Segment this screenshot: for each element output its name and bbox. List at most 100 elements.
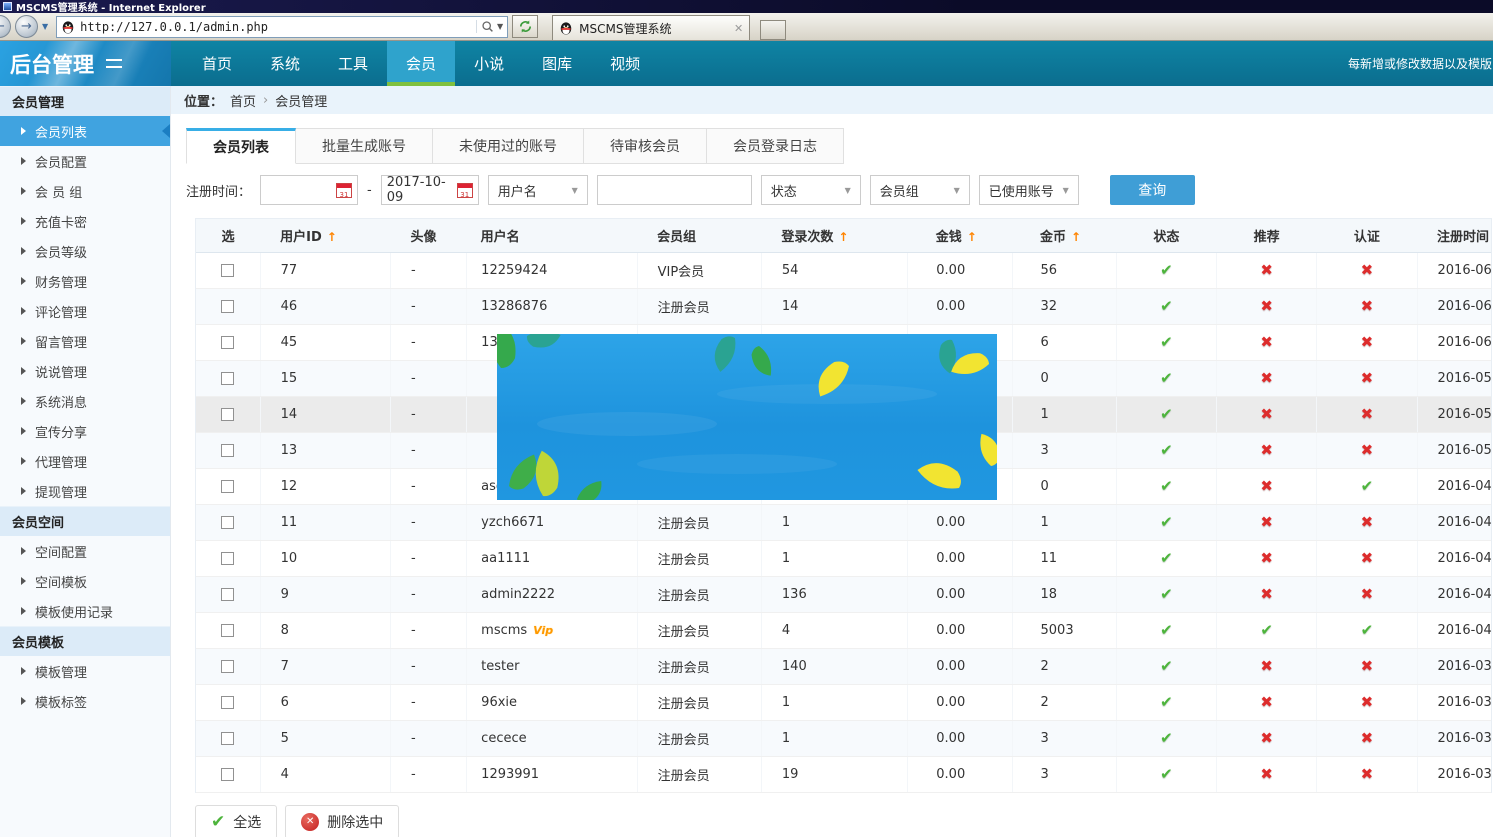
cell-recommend[interactable]: ✖ xyxy=(1217,576,1317,612)
sidebar-item[interactable]: 会员列表 xyxy=(0,116,170,146)
field-select[interactable]: 用户名 ▼ xyxy=(488,175,588,205)
calendar-icon[interactable]: 31 xyxy=(457,183,473,198)
cell-auth[interactable]: ✖ xyxy=(1317,756,1417,792)
cell-auth[interactable]: ✖ xyxy=(1317,324,1417,360)
row-checkbox[interactable] xyxy=(221,336,234,349)
cell-recommend[interactable]: ✔ xyxy=(1217,612,1317,648)
col-header[interactable]: 登录次数↑ xyxy=(761,219,907,252)
row-checkbox[interactable] xyxy=(221,516,234,529)
delete-selected-button[interactable]: ✕ 删除选中 xyxy=(285,805,399,837)
cell-status[interactable]: ✔ xyxy=(1116,288,1216,324)
col-header[interactable]: 用户ID↑ xyxy=(260,219,390,252)
row-checkbox[interactable] xyxy=(221,660,234,673)
row-checkbox[interactable] xyxy=(221,768,234,781)
cell-recommend[interactable]: ✖ xyxy=(1217,468,1317,504)
date-from-input[interactable]: 31 xyxy=(260,175,358,205)
nav-item-4[interactable]: 会员 xyxy=(387,41,455,86)
url-text[interactable]: http://127.0.0.1/admin.php xyxy=(80,20,471,34)
cell-recommend[interactable]: ✖ xyxy=(1217,504,1317,540)
cell-auth[interactable]: ✔ xyxy=(1317,468,1417,504)
nav-item-2[interactable]: 系统 xyxy=(251,41,319,86)
sidebar-item[interactable]: 模板管理 xyxy=(0,656,170,686)
row-checkbox[interactable] xyxy=(221,732,234,745)
breadcrumb-home[interactable]: 首页 xyxy=(230,91,256,110)
select-all-button[interactable]: ✔ 全选 xyxy=(195,805,277,837)
history-dropdown-icon[interactable]: ▼ xyxy=(42,22,48,31)
group-select[interactable]: 会员组 ▼ xyxy=(870,175,970,205)
row-checkbox[interactable] xyxy=(221,696,234,709)
cell-auth[interactable]: ✖ xyxy=(1317,720,1417,756)
row-checkbox[interactable] xyxy=(221,552,234,565)
sidebar-item[interactable]: 模板使用记录 xyxy=(0,596,170,626)
cell-recommend[interactable]: ✖ xyxy=(1217,324,1317,360)
cell-status[interactable]: ✔ xyxy=(1116,576,1216,612)
row-checkbox[interactable] xyxy=(221,264,234,277)
search-icon[interactable] xyxy=(481,20,494,33)
cell-auth[interactable]: ✖ xyxy=(1317,360,1417,396)
tab-2[interactable]: 批量生成账号 xyxy=(296,128,433,164)
sidebar-item[interactable]: 会员等级 xyxy=(0,236,170,266)
tab-close-icon[interactable]: ✕ xyxy=(734,22,743,35)
sort-asc-icon[interactable]: ↑ xyxy=(838,230,848,244)
cell-recommend[interactable]: ✖ xyxy=(1217,684,1317,720)
cell-status[interactable]: ✔ xyxy=(1116,540,1216,576)
cell-recommend[interactable]: ✖ xyxy=(1217,540,1317,576)
cell-status[interactable]: ✔ xyxy=(1116,432,1216,468)
cell-auth[interactable]: ✖ xyxy=(1317,252,1417,288)
forward-button[interactable]: → xyxy=(15,15,38,38)
cell-auth[interactable]: ✖ xyxy=(1317,576,1417,612)
cell-auth[interactable]: ✖ xyxy=(1317,288,1417,324)
row-checkbox[interactable] xyxy=(221,408,234,421)
cell-recommend[interactable]: ✖ xyxy=(1217,360,1317,396)
cell-status[interactable]: ✔ xyxy=(1116,756,1216,792)
sidebar-item[interactable]: 财务管理 xyxy=(0,266,170,296)
sidebar-item[interactable]: 空间模板 xyxy=(0,566,170,596)
sidebar-item[interactable]: 代理管理 xyxy=(0,446,170,476)
cell-status[interactable]: ✔ xyxy=(1116,468,1216,504)
cell-auth[interactable]: ✖ xyxy=(1317,396,1417,432)
cell-recommend[interactable]: ✖ xyxy=(1217,756,1317,792)
cell-status[interactable]: ✔ xyxy=(1116,648,1216,684)
account-select[interactable]: 已使用账号 ▼ xyxy=(979,175,1079,205)
tab-1[interactable]: 会员列表 xyxy=(186,128,296,164)
cell-auth[interactable]: ✖ xyxy=(1317,432,1417,468)
sidebar-item[interactable]: 会 员 组 xyxy=(0,176,170,206)
row-checkbox[interactable] xyxy=(221,372,234,385)
cell-auth[interactable]: ✖ xyxy=(1317,684,1417,720)
nav-item-7[interactable]: 视频 xyxy=(591,41,659,86)
sidebar-item[interactable]: 评论管理 xyxy=(0,296,170,326)
cell-status[interactable]: ✔ xyxy=(1116,396,1216,432)
sort-asc-icon[interactable]: ↑ xyxy=(1071,230,1081,244)
back-button[interactable]: ← xyxy=(0,15,11,38)
cell-auth[interactable]: ✖ xyxy=(1317,504,1417,540)
cell-status[interactable]: ✔ xyxy=(1116,720,1216,756)
nav-item-5[interactable]: 小说 xyxy=(455,41,523,86)
row-checkbox[interactable] xyxy=(221,624,234,637)
browser-tab[interactable]: MSCMS管理系统 ✕ xyxy=(552,15,750,40)
sort-asc-icon[interactable]: ↑ xyxy=(967,230,977,244)
cell-status[interactable]: ✔ xyxy=(1116,504,1216,540)
address-bar[interactable]: http://127.0.0.1/admin.php ▼ xyxy=(56,16,508,38)
cell-recommend[interactable]: ✖ xyxy=(1217,252,1317,288)
col-header[interactable]: 金钱↑ xyxy=(908,219,1012,252)
menu-icon[interactable] xyxy=(106,59,122,68)
sidebar-item[interactable]: 会员配置 xyxy=(0,146,170,176)
sidebar-item[interactable]: 空间配置 xyxy=(0,536,170,566)
sidebar-item[interactable]: 模板标签 xyxy=(0,686,170,716)
cell-recommend[interactable]: ✖ xyxy=(1217,648,1317,684)
sidebar-item[interactable]: 系统消息 xyxy=(0,386,170,416)
cell-status[interactable]: ✔ xyxy=(1116,360,1216,396)
sidebar-item[interactable]: 说说管理 xyxy=(0,356,170,386)
tab-4[interactable]: 待审核会员 xyxy=(584,128,707,164)
cell-recommend[interactable]: ✖ xyxy=(1217,720,1317,756)
nav-item-6[interactable]: 图库 xyxy=(523,41,591,86)
search-button[interactable]: 查询 xyxy=(1110,175,1195,205)
keyword-input[interactable] xyxy=(597,175,752,205)
cell-auth[interactable]: ✔ xyxy=(1317,612,1417,648)
row-checkbox[interactable] xyxy=(221,480,234,493)
sidebar-item[interactable]: 宣传分享 xyxy=(0,416,170,446)
date-to-input[interactable]: 2017-10-09 31 xyxy=(381,175,479,205)
cell-status[interactable]: ✔ xyxy=(1116,612,1216,648)
sidebar-item[interactable]: 提现管理 xyxy=(0,476,170,506)
new-tab-button[interactable] xyxy=(760,20,786,40)
